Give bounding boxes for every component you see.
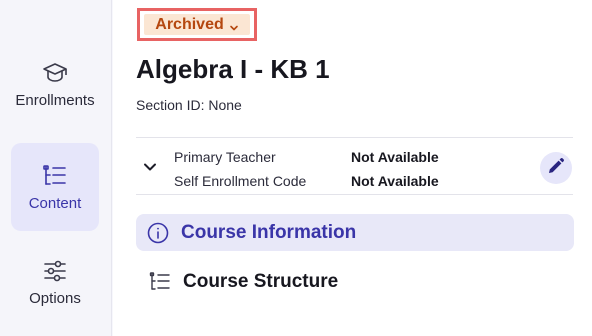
- status-dropdown[interactable]: Archived: [137, 8, 257, 41]
- sidebar-item-label: Enrollments: [15, 92, 95, 109]
- sidebar-item-label: Options: [29, 290, 81, 307]
- sidebar-item-enrollments[interactable]: Enrollments: [11, 60, 99, 148]
- primary-teacher-value: Not Available: [351, 149, 439, 165]
- graduation-cap-icon: [42, 60, 68, 86]
- edit-button[interactable]: [540, 152, 572, 184]
- sidebar-item-label: Content: [28, 195, 82, 212]
- chevron-down-icon[interactable]: [142, 159, 158, 175]
- pencil-icon: [547, 157, 565, 180]
- sidebar-item-options[interactable]: Options: [11, 258, 99, 336]
- details-panel: Primary Teacher Not Available Self Enrol…: [136, 137, 573, 195]
- course-information-item[interactable]: Course Information: [136, 214, 574, 251]
- status-badge: Archived: [144, 14, 250, 35]
- sliders-icon: [42, 258, 68, 284]
- course-information-label: Course Information: [181, 221, 357, 243]
- chevron-down-icon: [229, 20, 239, 30]
- main-panel: Archived Algebra I - KB 1 Section ID: No…: [113, 0, 592, 336]
- section-id: Section ID: None: [136, 97, 242, 113]
- course-structure-item[interactable]: Course Structure: [136, 266, 338, 298]
- self-enrollment-code-value: Not Available: [351, 173, 439, 189]
- primary-teacher-label: Primary Teacher: [174, 149, 276, 165]
- course-structure-label: Course Structure: [183, 271, 339, 292]
- status-label: Archived: [155, 15, 224, 33]
- self-enrollment-code-label: Self Enrollment Code: [174, 173, 307, 189]
- tree-list-icon: [149, 271, 171, 293]
- sidebar-item-content[interactable]: Content: [11, 143, 99, 231]
- tree-list-icon: [42, 163, 68, 189]
- page-title: Algebra I - KB 1: [136, 54, 330, 84]
- info-icon: [147, 222, 169, 244]
- sidebar: Enrollments Content Options: [0, 0, 112, 336]
